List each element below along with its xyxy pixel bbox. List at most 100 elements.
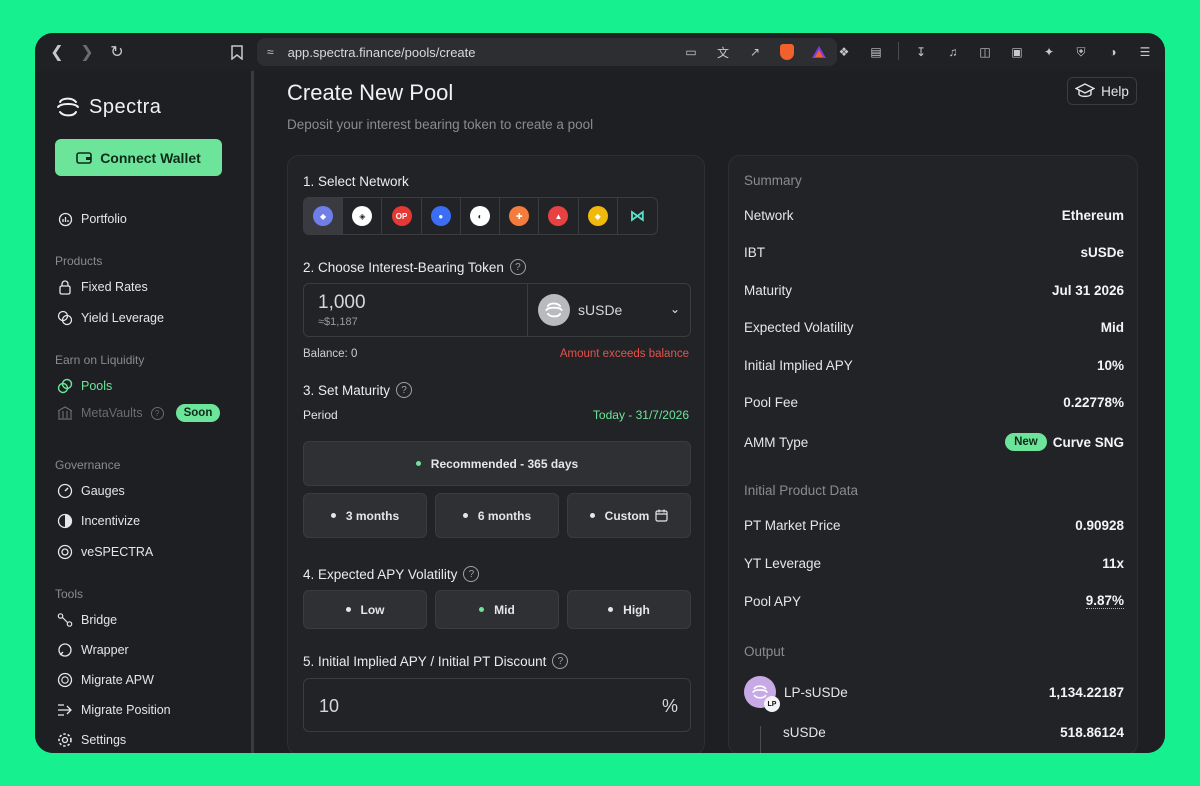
sidebar-label: Pools [81,379,113,393]
sidebar-item-wrapper[interactable]: Wrapper [57,642,129,658]
sidebar-scrollbar[interactable] [251,71,254,753]
amount-input[interactable]: 1,000 ≈$1,187 [304,284,528,336]
network-option[interactable]: OP [382,198,422,234]
download-icon[interactable]: ↧ [911,42,931,62]
help-circle-icon[interactable]: ? [396,382,413,398]
sidebar-toggle-icon[interactable]: ◫ [975,42,995,62]
bookmark-icon[interactable] [223,38,251,66]
sidebar-item-settings[interactable]: Settings [57,732,126,748]
network-selector[interactable]: ◆ ◈ OP ● ◐ ✚ ▲ ◆ ⋈ [303,197,658,235]
help-circle-icon[interactable]: ? [150,406,164,420]
volatility-mid-button[interactable]: Mid [435,590,559,629]
leo-ai-icon[interactable]: ✦ [1039,42,1059,62]
maturity-custom-button[interactable]: Custom [567,493,691,538]
menu-icon[interactable]: ☰ [1135,42,1155,62]
sidebar-label: Settings [81,733,127,747]
initial-apy-input[interactable]: 10 % [303,678,691,732]
sidebar-item-bridge[interactable]: Bridge [57,612,117,628]
back-icon[interactable]: ❮ [43,38,71,66]
option-label: High [623,602,650,617]
step-choose-token: 2. Choose Interest-Bearing Token ? [303,259,526,275]
maturity-6-months-button[interactable]: 6 months [435,493,559,538]
brave-shield-icon[interactable] [777,42,797,62]
network-option[interactable]: ▲ [539,198,579,234]
browser-toolbar: ❮ ❯ ↻ ≈ app.spectra.finance/pools/create… [35,33,1165,71]
help-circle-icon[interactable]: ? [509,259,526,275]
network-option[interactable]: ◐ [461,198,501,234]
summary-row-implied-apy: Initial Implied APY 10% [744,358,1124,373]
help-button[interactable]: Help [1067,77,1137,105]
brave-rewards-icon[interactable] [809,42,829,62]
site-settings-icon[interactable]: ≈ [267,45,274,59]
sidebar-item-gauges[interactable]: Gauges [57,483,125,499]
network-option[interactable]: ◆ [304,198,344,234]
sub-token-value: 518.86124 [1060,725,1124,740]
sidebar-item-yield-leverage[interactable]: Yield Leverage [57,310,164,326]
address-bar[interactable]: ≈ app.spectra.finance/pools/create ▭ 文 ↗ [257,38,837,66]
network-option[interactable]: ◈ [343,198,383,234]
sidebar-item-portfolio[interactable]: Portfolio [57,211,127,227]
share-icon[interactable]: ↗ [745,42,765,62]
sidebar-item-vespectra[interactable]: veSPECTRA [57,544,153,560]
lp-tag: LP [764,696,780,712]
summary-value[interactable]: 9.87% [1085,593,1124,609]
reader-icon[interactable]: ▤ [866,42,886,62]
connect-wallet-button[interactable]: Connect Wallet [55,139,222,176]
hemi-icon: ✚ [509,206,530,226]
extensions-icon[interactable]: ❖ [834,42,854,62]
cast-icon[interactable]: ▭ [681,42,701,62]
reload-icon[interactable]: ↻ [103,38,131,66]
sidebar-item-migrate-apw[interactable]: Migrate APW [57,672,154,688]
main-content: Create New Pool Deposit your interest be… [255,71,1165,753]
sidebar-item-pools[interactable]: Pools [57,378,112,394]
avalanche-icon: ▲ [548,206,569,226]
yield-icon [57,310,73,326]
output-row-lp: LP LP-sUSDe 1,134.22187 [744,676,1124,712]
vpn-icon[interactable]: ⛨ [1071,42,1091,62]
step-label-text: 3. Set Maturity [303,382,391,398]
theme-icon[interactable]: ◑ [1103,42,1123,62]
amount-value: 1,000 [318,292,366,313]
sidebar-item-metavaults[interactable]: MetaVaults ? Soon [57,404,221,422]
network-option[interactable]: ⋈ [618,198,657,234]
brand-logo[interactable]: Spectra [55,94,161,120]
sidebar-item-migrate-position[interactable]: Migrate Position [57,702,171,718]
summary-key: IBT [744,245,766,260]
help-circle-icon[interactable]: ? [463,566,480,582]
apy-value: 10 [319,696,340,716]
volatility-high-button[interactable]: High [567,590,691,629]
token-select-dropdown[interactable]: sUSDe ⌄ [528,284,690,336]
network-option[interactable]: ✚ [500,198,540,234]
spectra-logo-icon [57,97,79,117]
translate-icon[interactable]: 文 [713,42,733,62]
dot-icon [462,513,468,518]
volatility-low-button[interactable]: Low [303,590,427,629]
sidebar-item-incentivize[interactable]: Incentivize [57,513,140,529]
summary-row-network: Network Ethereum [744,208,1124,223]
option-label: Custom [604,508,650,523]
summary-value: 0.90928 [1075,518,1124,533]
wallet-icon[interactable]: ▣ [1007,42,1027,62]
sidebar-label: Wrapper [81,643,129,657]
sidebar-label: Fixed Rates [81,280,148,294]
forward-icon[interactable]: ❯ [73,38,101,66]
help-circle-icon[interactable]: ? [552,653,569,669]
step-select-network: 1. Select Network [303,174,409,189]
network-option[interactable]: ● [422,198,461,234]
network-option[interactable]: ◆ [579,198,618,234]
summary-row-amm-type: AMM Type New Curve SNG [744,430,1124,454]
sidebar-item-fixed-rates[interactable]: Fixed Rates [57,279,148,295]
sidebar-label: veSPECTRA [81,545,154,559]
summary-value: Mid [1100,320,1124,335]
tree-connector [760,726,761,753]
maturity-3-months-button[interactable]: 3 months [303,493,427,538]
media-icon[interactable]: ♫ [943,42,963,62]
sidebar-group-earn: Earn on Liquidity [55,353,145,367]
summary-row-pool-fee: Pool Fee 0.22778% [744,395,1124,410]
browser-window: ❮ ❯ ↻ ≈ app.spectra.finance/pools/create… [35,33,1165,753]
migrate-apw-icon [57,672,73,688]
create-pool-form: 1. Select Network ◆ ◈ OP ● ◐ ✚ ▲ ◆ ⋈ 2. Choose I… [287,155,705,753]
graduation-cap-icon [1075,83,1096,98]
maturity-recommended-button[interactable]: Recommended - 365 days [303,441,691,486]
summary-value: 10% [1096,358,1124,373]
